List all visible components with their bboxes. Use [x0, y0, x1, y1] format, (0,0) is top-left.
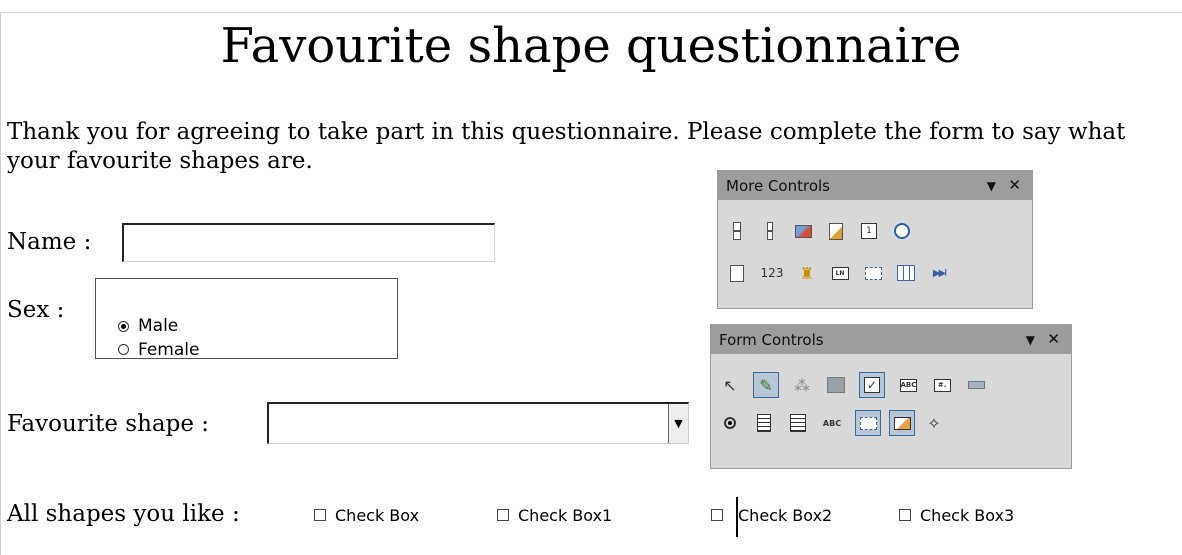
- radio-male[interactable]: Male: [118, 316, 178, 336]
- favourite-shape-dropdown[interactable]: ▼: [267, 402, 689, 444]
- table-control-icon[interactable]: [895, 262, 917, 284]
- option-button-icon[interactable]: [719, 412, 741, 434]
- toolbar-menu-icon[interactable]: ▼: [1026, 333, 1035, 347]
- favourite-shape-label: Favourite shape :: [7, 411, 210, 437]
- file-selection-icon[interactable]: [825, 220, 847, 242]
- form-controls-toolbar: Form Controls ▼ ✕ ↖ ✎ ⁂ ✓ ABC #. ABC ✧: [710, 324, 1072, 469]
- name-input[interactable]: [122, 223, 495, 262]
- check-box-3[interactable]: Check Box3: [899, 505, 1015, 525]
- check-box-3-label: Check Box3: [920, 505, 1015, 525]
- check-box-2-indicator[interactable]: [711, 509, 723, 521]
- text-cursor: [736, 497, 738, 537]
- name-label: Name :: [7, 229, 92, 255]
- formatted-field-icon[interactable]: LN: [829, 262, 851, 284]
- check-box-1-label: Check Box1: [518, 505, 613, 525]
- form-controls-title: Form Controls: [719, 330, 824, 349]
- form-design-icon[interactable]: [889, 410, 915, 436]
- check-box-1[interactable]: Check Box1: [497, 505, 613, 525]
- close-icon[interactable]: ✕: [1008, 176, 1021, 194]
- text-box-icon[interactable]: ABC: [897, 374, 919, 396]
- chevron-down-icon: ▼: [674, 417, 683, 430]
- check-box-icon[interactable]: ✓: [859, 372, 885, 398]
- form-controls-titlebar[interactable]: Form Controls ▼ ✕: [711, 325, 1071, 354]
- date-field-icon[interactable]: 1: [858, 220, 880, 242]
- select-cursor-icon[interactable]: [726, 262, 748, 284]
- check-box-0-label: Check Box: [335, 505, 420, 525]
- page-title: Favourite shape questionnaire: [220, 18, 962, 74]
- design-mode-icon[interactable]: ✎: [753, 372, 779, 398]
- navigation-bar-icon[interactable]: ▶▶I: [928, 262, 950, 284]
- text-box-icon-text: ABC: [899, 378, 917, 392]
- all-shapes-label: All shapes you like :: [7, 501, 240, 527]
- more-controls-toolbar: More Controls ▼ ✕ 1 123 ♜ LN ▶▶I: [717, 170, 1033, 309]
- close-icon[interactable]: ✕: [1047, 330, 1060, 348]
- check-box-1-indicator[interactable]: [497, 509, 509, 521]
- formatted-field-icon[interactable]: #.: [931, 374, 953, 396]
- page-top-edge: [0, 12, 1182, 13]
- numeric-spin-icon[interactable]: [726, 220, 748, 242]
- radio-female-indicator[interactable]: [118, 344, 129, 355]
- image-control-icon[interactable]: [792, 220, 814, 242]
- wizards-icon[interactable]: ✧: [923, 412, 945, 434]
- page-left-edge: [0, 12, 1, 555]
- form-controls-row-2: ABC ✧: [719, 407, 956, 439]
- check-box-0-indicator[interactable]: [314, 509, 326, 521]
- form-controls-row-1: ↖ ✎ ⁂ ✓ ABC #.: [719, 369, 998, 401]
- radio-female-label: Female: [138, 341, 200, 358]
- combo-box-icon[interactable]: [787, 412, 809, 434]
- form-navigator-icon[interactable]: ⁂: [791, 374, 813, 396]
- formatted-field-icon-text: #.: [933, 378, 951, 392]
- list-box-icon[interactable]: [753, 412, 775, 434]
- toolbar-menu-icon[interactable]: ▼: [987, 179, 996, 193]
- radio-male-indicator[interactable]: [118, 320, 129, 332]
- label-field-icon[interactable]: ABC: [821, 412, 843, 434]
- radio-male-label: Male: [138, 316, 179, 336]
- check-box-2[interactable]: Check Box2: [711, 505, 833, 525]
- time-field-icon[interactable]: [891, 220, 913, 242]
- check-box-0[interactable]: Check Box: [314, 505, 420, 525]
- radio-female[interactable]: Female: [118, 341, 199, 358]
- more-controls-title: More Controls: [726, 176, 830, 195]
- grouped-list-icon[interactable]: [862, 262, 884, 284]
- dropdown-arrow-button[interactable]: ▼: [668, 404, 688, 443]
- select-icon[interactable]: ↖: [719, 374, 741, 396]
- check-box-3-indicator[interactable]: [899, 509, 911, 521]
- more-controls-row-1: 1: [726, 215, 924, 247]
- numeric-field-icon[interactable]: 123: [759, 262, 785, 284]
- sex-option-group: Male Female: [95, 278, 398, 359]
- currency-field-icon[interactable]: ♜: [796, 262, 818, 284]
- intro-paragraph: Thank you for agreeing to take part in t…: [7, 119, 1126, 174]
- push-button-icon[interactable]: [965, 374, 987, 396]
- more-controls-titlebar[interactable]: More Controls ▼ ✕: [718, 171, 1032, 200]
- more-controls-icon[interactable]: [855, 410, 881, 436]
- form-properties-icon[interactable]: [825, 374, 847, 396]
- sex-label: Sex :: [7, 297, 65, 323]
- more-controls-row-2: 123 ♜ LN ▶▶I: [726, 257, 961, 289]
- spin-button-icon[interactable]: [759, 220, 781, 242]
- check-box-2-label: Check Box2: [738, 505, 833, 525]
